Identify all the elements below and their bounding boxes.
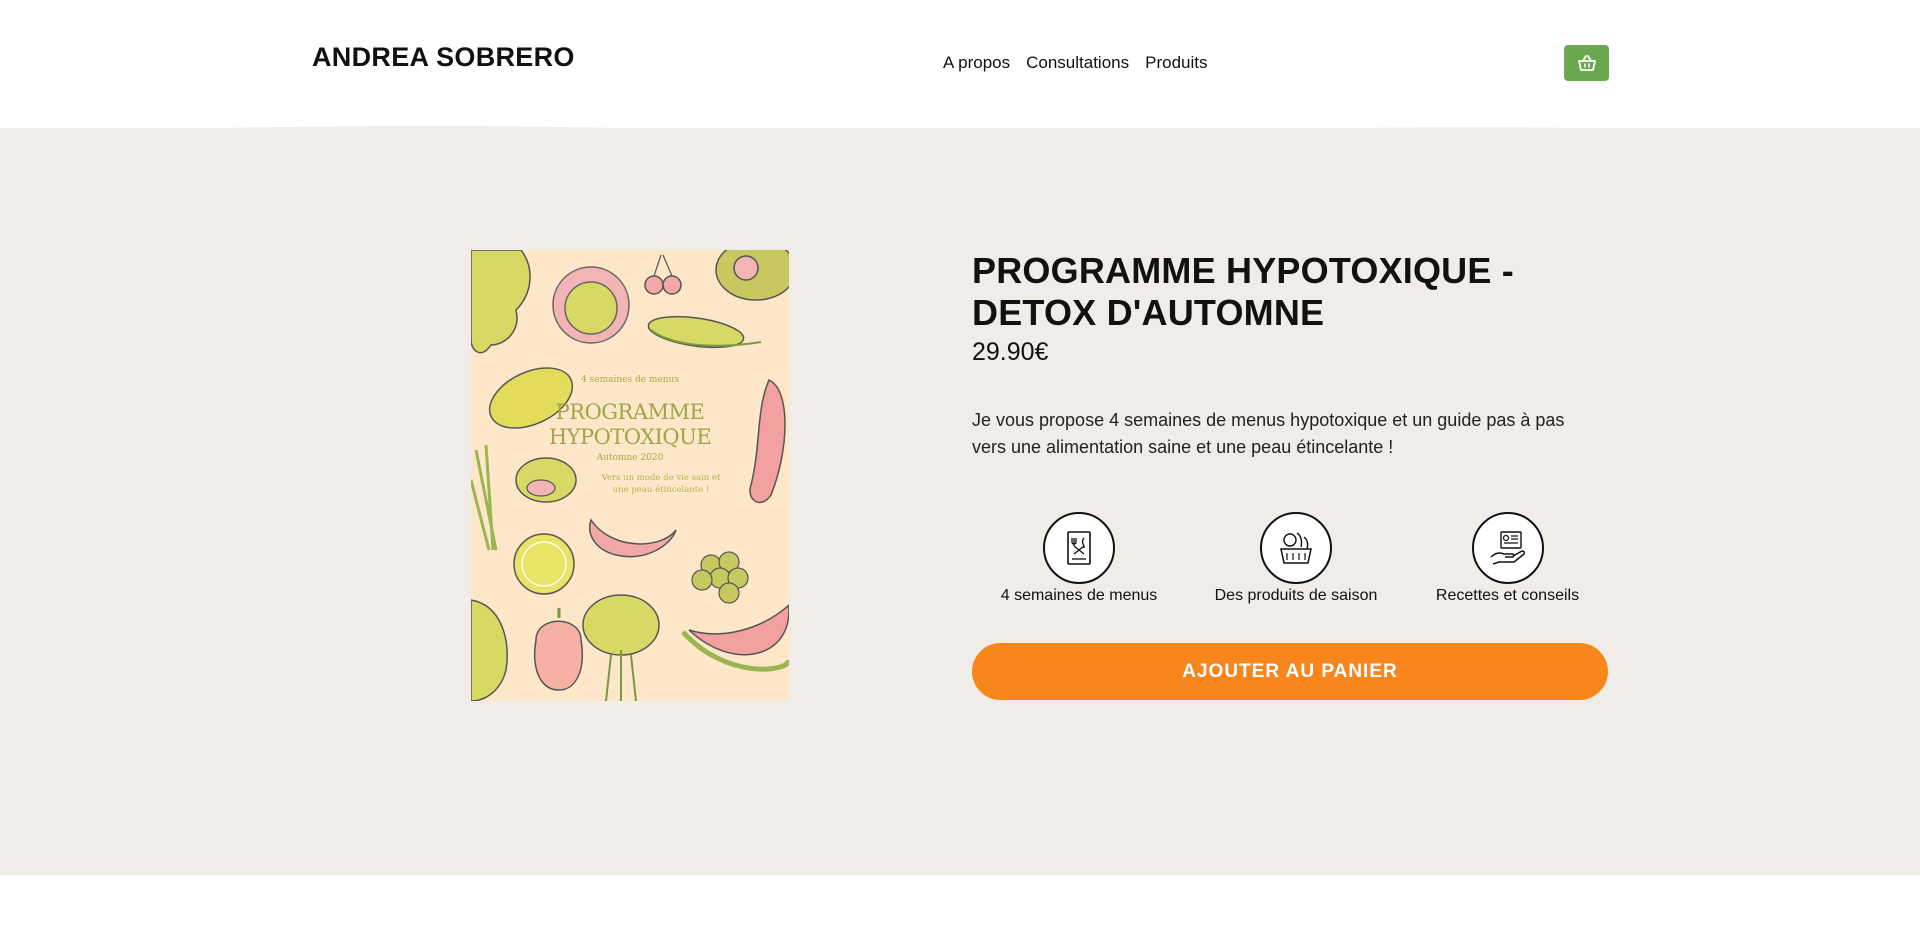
cover-subtitle: 4 semaines de menus — [581, 375, 679, 385]
feature-seasonal-label: Des produits de saison — [1214, 587, 1378, 604]
cart-button[interactable] — [1564, 45, 1609, 81]
cover-title-line2: HYPOTOXIQUE — [548, 425, 712, 449]
cover-title: PROGRAMME HYPOTOXIQUE — [471, 400, 789, 450]
hand-recipe-icon — [1489, 531, 1525, 565]
cover-title-line1: PROGRAMME — [555, 400, 705, 424]
product-price: 29.90€ — [972, 338, 1049, 366]
feature-seasonal-circle — [1260, 512, 1332, 584]
product-title: PROGRAMME HYPOTOXIQUE - DETOX D'AUTOMNE — [972, 250, 1514, 333]
menu-card-icon — [1067, 531, 1091, 565]
cover-season: Automne 2020 — [596, 453, 664, 463]
vegetables-basket-icon — [1280, 532, 1312, 564]
product-cover-image: 4 semaines de menus PROGRAMME HYPOTOXIQU… — [471, 250, 789, 701]
feature-seasonal: Des produits de saison — [1205, 512, 1387, 605]
product-section — [0, 128, 1920, 875]
feature-recipes-label: Recettes et conseils — [1435, 587, 1580, 604]
feature-menus-circle — [1043, 512, 1115, 584]
add-to-cart-button[interactable]: AJOUTER AU PANIER — [972, 643, 1608, 700]
site-header: ANDREA SOBRERO A propos Consultations Pr… — [0, 0, 1920, 135]
basket-icon — [1577, 55, 1596, 71]
cover-tagline: Vers un mode de vie sain et une peau éti… — [601, 473, 721, 495]
site-logo[interactable]: ANDREA SOBRERO — [312, 42, 575, 73]
nav-link-consultations[interactable]: Consultations — [1026, 53, 1129, 73]
feature-menus-label: 4 semaines de menus — [1000, 587, 1158, 604]
nav-link-a-propos[interactable]: A propos — [943, 53, 1010, 73]
nav-link-produits[interactable]: Produits — [1145, 53, 1207, 73]
feature-recipes-circle — [1471, 512, 1544, 584]
feature-recipes: Recettes et conseils — [1425, 512, 1590, 605]
main-nav: A propos Consultations Produits — [943, 53, 1208, 73]
feature-menus: 4 semaines de menus — [993, 512, 1165, 605]
wave-divider — [0, 125, 1920, 148]
product-description: Je vous propose 4 semaines de menus hypo… — [972, 410, 1565, 457]
